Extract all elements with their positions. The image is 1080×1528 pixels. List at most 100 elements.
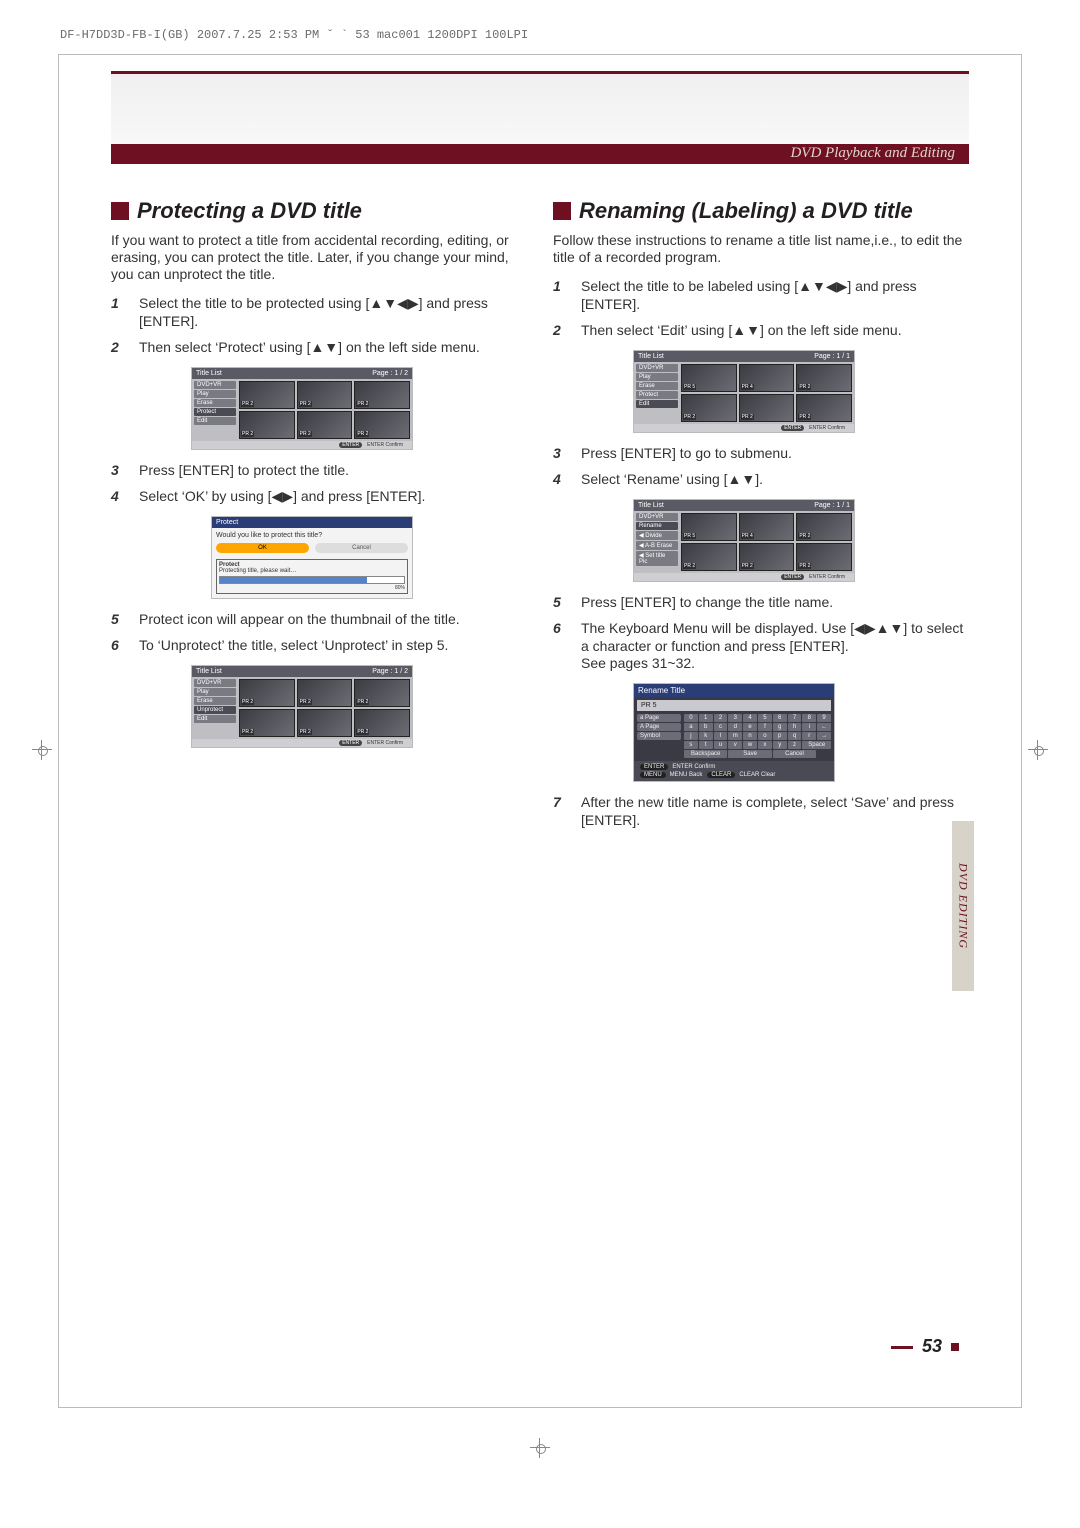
scr-footer: ENTERENTER Confirm — [192, 739, 412, 747]
steps-a: 1 Select the title to be protected using … — [111, 295, 527, 357]
intro-rename: Follow these instructions to rename a ti… — [553, 232, 969, 266]
scr-footer: ENTERENTER Confirm — [634, 573, 854, 581]
page: DF-H7DD3D-FB-I(GB) 2007.7.25 2:53 PM ˇ `… — [0, 0, 1080, 1528]
heading-text: Protecting a DVD title — [137, 198, 362, 224]
scr-thumbnails: PR 5 PR 4 PR 2 PR 2 PR 2 PR 2 — [681, 513, 852, 571]
step-text: Select ‘OK’ by using [◀▶] and press [ENT… — [139, 488, 527, 506]
scr-title: Title List — [638, 353, 664, 360]
bullet-icon — [111, 202, 129, 220]
step-number: 2 — [111, 339, 125, 357]
scr-menu-item: Erase — [194, 697, 236, 705]
step-text: Press [ENTER] to protect the title. — [139, 462, 527, 480]
steps-c: 5 Press [ENTER] to change the title name.… — [553, 594, 969, 674]
intro-protect: If you want to protect a title from acci… — [111, 232, 527, 283]
scr-menu-item-selected: Unprotect — [194, 706, 236, 714]
step-number: 5 — [111, 611, 125, 629]
page-number: 53 — [887, 1336, 959, 1357]
step-text: After the new title name is complete, se… — [581, 794, 969, 830]
kbd-header: Rename Title — [634, 684, 834, 697]
columns: Protecting a DVD title If you want to pr… — [111, 198, 969, 840]
step-text: Protect icon will appear on the thumbnai… — [139, 611, 527, 629]
brand-strip: DVD Playback and Editing — [111, 144, 969, 164]
scr-menu-item: Protect — [636, 391, 678, 399]
scr-disc-label: DVD+VR — [194, 679, 236, 687]
scr-footer: ENTERENTER Confirm — [192, 441, 412, 449]
scr-side-menu: DVD+VR Play Erase Protect Edit — [636, 364, 678, 422]
step-number: 1 — [111, 295, 125, 331]
step-text: Then select ‘Protect’ using [▲▼] on the … — [139, 339, 527, 357]
kbd-modes: a Page A Page Symbol — [637, 714, 681, 758]
scr-menu-item: ◀ Set title Pic — [636, 551, 678, 566]
scr-page: Page : 1 / 1 — [814, 353, 850, 360]
scr-title: Title List — [196, 370, 222, 377]
step-number: 6 — [553, 620, 567, 674]
page-dash-icon — [891, 1346, 913, 1349]
bullet-icon — [553, 202, 571, 220]
step-number: 1 — [553, 278, 567, 314]
scr-side-menu: DVD+VR Play Erase Unprotect Edit — [194, 679, 236, 737]
heading-protect: Protecting a DVD title — [111, 198, 527, 224]
print-header: DF-H7DD3D-FB-I(GB) 2007.7.25 2:53 PM ˇ `… — [60, 28, 528, 42]
scr-menu-item: Edit — [194, 715, 236, 723]
screenshot-keyboard: Rename Title PR 5 a Page A Page Symbol 0… — [633, 683, 835, 782]
step-text: Then select ‘Edit’ using [▲▼] on the lef… — [581, 322, 969, 340]
scr-menu-item: Erase — [636, 382, 678, 390]
scr-thumbnails: PR 2 PR 2 PR 2 PR 2 PR 2 PR 2 — [239, 679, 410, 737]
step-number: 7 — [553, 794, 567, 830]
steps-b: 3Press [ENTER] to go to submenu. 4Select… — [553, 445, 969, 489]
content-frame: DVD Playback and Editing Protecting a DV… — [58, 54, 1022, 1408]
kbd-footer: ENTERENTER Confirm MENUMENU Back CLEARCL… — [634, 761, 834, 781]
page-number-value: 53 — [922, 1336, 942, 1356]
scr-title: Title List — [638, 502, 664, 509]
scr-disc-label: DVD+VR — [636, 513, 678, 521]
right-column: Renaming (Labeling) a DVD title Follow t… — [553, 198, 969, 840]
side-tab: DVD EDITING — [952, 821, 974, 991]
screenshot-title-list-unprotect: Title ListPage : 1 / 2 DVD+VR Play Erase… — [191, 665, 527, 748]
step-number: 2 — [553, 322, 567, 340]
scr-title: Title List — [196, 668, 222, 675]
step-number: 4 — [111, 488, 125, 506]
screenshot-title-list: Title List Page : 1 / 2 DVD+VR Play Erase… — [191, 367, 527, 450]
scr-page: Page : 1 / 1 — [814, 502, 850, 509]
brand-bar: DVD Playback and Editing — [111, 71, 969, 164]
step-text: Select the title to be protected using [… — [139, 295, 527, 331]
dialog-ok: OK — [216, 543, 309, 553]
step-number: 3 — [111, 462, 125, 480]
steps-a: 1 Select the title to be labeled using [▲… — [553, 278, 969, 340]
scr-menu-item: ◀ A-B Erase — [636, 541, 678, 550]
scr-menu-item: Edit — [194, 417, 236, 425]
screenshot-title-list-rename: Title List Page : 1 / 1 DVD+VR Rename ◀ D… — [633, 499, 969, 582]
scr-thumbnails: PR 2 PR 2 PR 2 PR 2 PR 2 PR 2 — [239, 381, 410, 439]
step-text: Select ‘Rename’ using [▲▼]. — [581, 471, 969, 489]
section-title: DVD Playback and Editing — [790, 145, 955, 162]
dialog-question: Would you like to protect this title? — [216, 532, 408, 539]
step-text: Press [ENTER] to change the title name. — [581, 594, 969, 612]
kbd-title-name: PR 5 — [637, 700, 831, 711]
scr-menu-item-selected: Edit — [636, 400, 678, 408]
scr-page: Page : 1 / 2 — [372, 370, 408, 377]
step-text: To ‘Unprotect’ the title, select ‘Unprot… — [139, 637, 527, 655]
scr-menu-item-selected: Rename — [636, 522, 678, 530]
scr-menu-item: Play — [194, 390, 236, 398]
steps-b: 3 Press [ENTER] to protect the title. 4 Se… — [111, 462, 527, 506]
screenshot-protect-dialog: Protect Would you like to protect this t… — [211, 516, 413, 599]
scr-menu-item: Play — [194, 688, 236, 696]
step-text: Select the title to be labeled using [▲▼… — [581, 278, 969, 314]
step-number: 3 — [553, 445, 567, 463]
kbd-keys: 0123456789 abcdefghi← jklmnopqr→ stuvwxy… — [684, 714, 831, 758]
scr-menu-item: ◀ Divide — [636, 531, 678, 540]
scr-thumbnails: PR 5 PR 4 PR 2 PR 2 PR 2 PR 2 — [681, 364, 852, 422]
scr-disc-label: DVD+VR — [194, 381, 236, 389]
step-number: 4 — [553, 471, 567, 489]
registration-mark-icon — [1028, 740, 1048, 760]
scr-menu-item-selected: Protect — [194, 408, 236, 416]
screenshot-title-list-edit: Title List Page : 1 / 1 DVD+VR Play Erase… — [633, 350, 969, 433]
scr-footer: ENTERENTER Confirm — [634, 424, 854, 432]
registration-mark-icon — [530, 1438, 550, 1458]
left-column: Protecting a DVD title If you want to pr… — [111, 198, 527, 840]
step-number: 5 — [553, 594, 567, 612]
content-inner: DVD Playback and Editing Protecting a DV… — [111, 71, 969, 1367]
step-number: 6 — [111, 637, 125, 655]
scr-side-menu: DVD+VR Play Erase Protect Edit — [194, 381, 236, 439]
heading-text: Renaming (Labeling) a DVD title — [579, 198, 913, 224]
